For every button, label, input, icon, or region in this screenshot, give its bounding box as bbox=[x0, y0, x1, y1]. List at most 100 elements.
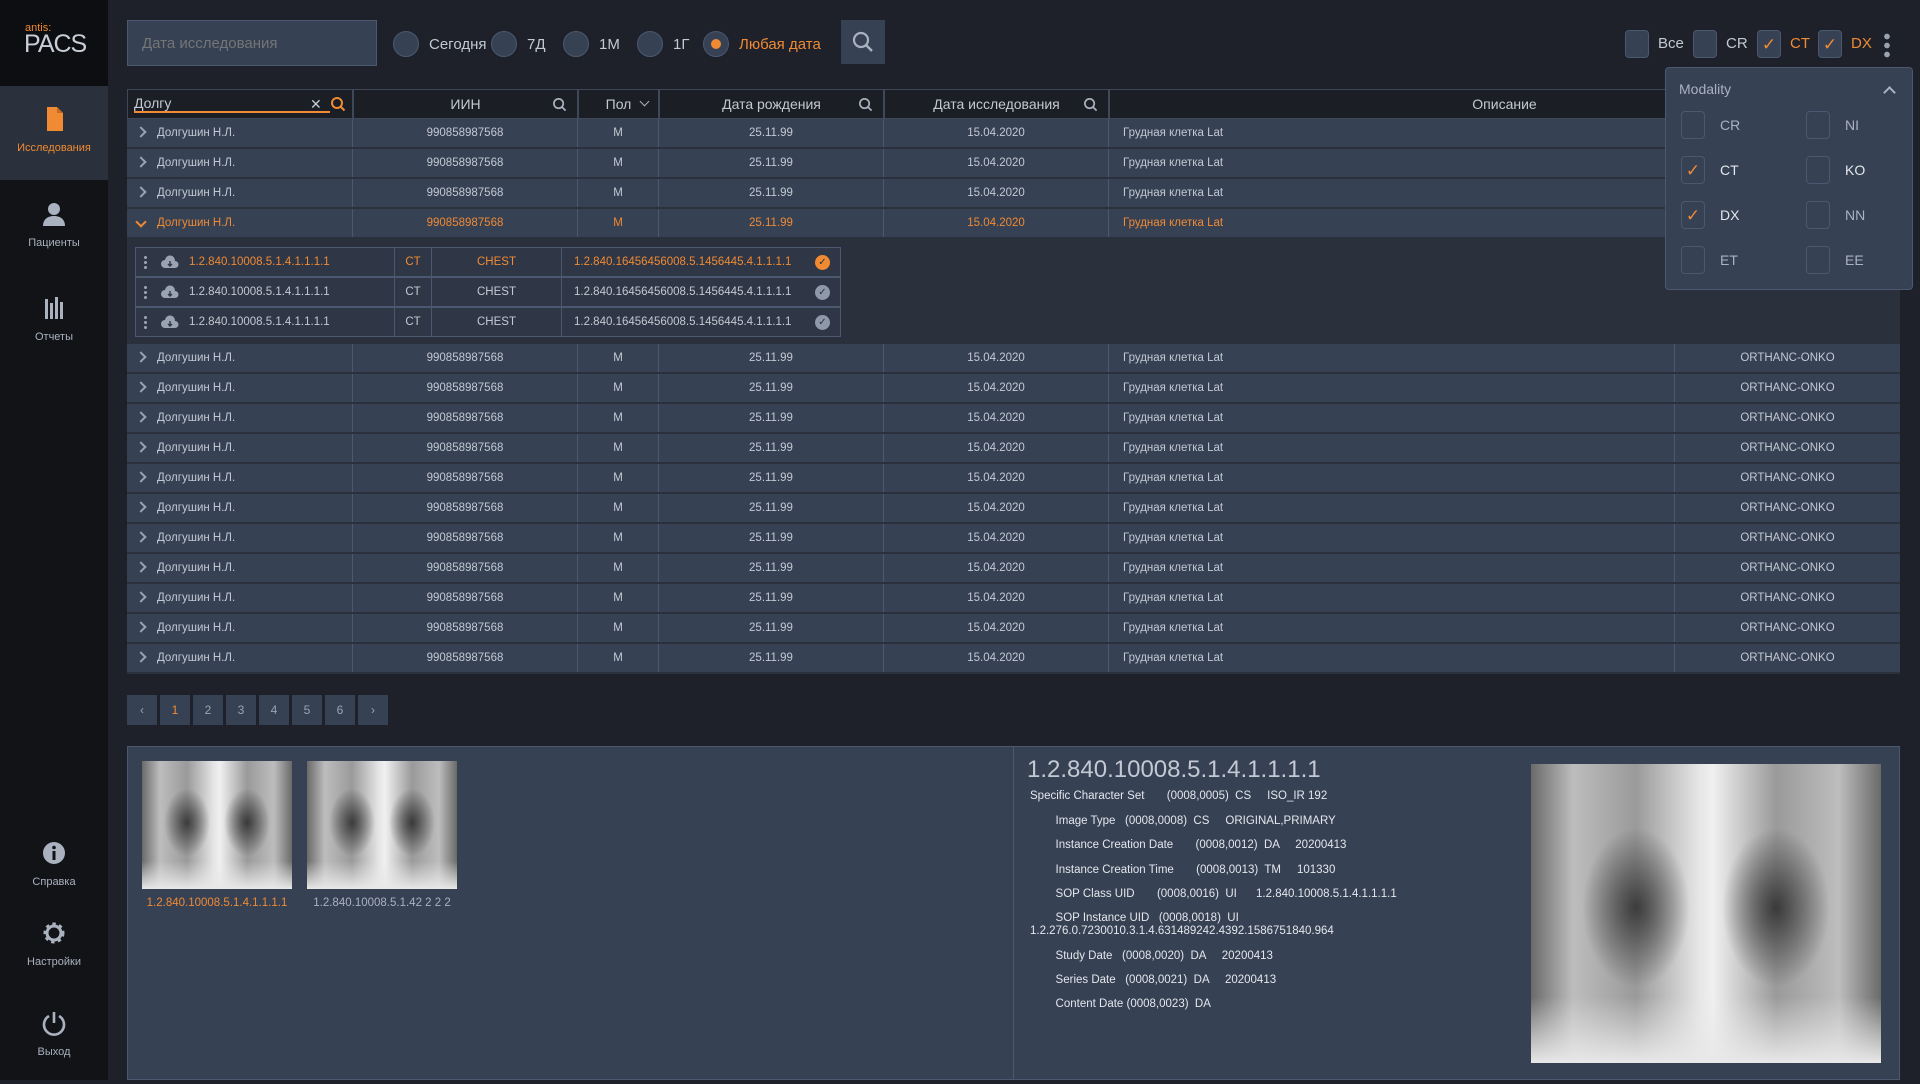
page-button-2[interactable]: 2 bbox=[193, 695, 223, 725]
cell-name: Долгушин Н.Л. bbox=[127, 524, 353, 552]
cloud-download-icon[interactable] bbox=[161, 255, 179, 269]
chevron-down-icon[interactable] bbox=[639, 96, 650, 107]
sidebar-item-1[interactable]: Пациенты bbox=[0, 181, 108, 275]
table-row[interactable]: Долгушин Н.Л. 990858987568 M 25.11.99 15.04.… bbox=[127, 374, 1900, 404]
table-row[interactable]: Долгушин Н.Л. 990858987568 M 25.11.99 15.04.… bbox=[127, 179, 1900, 209]
table-row[interactable]: Долгушин Н.Л. 990858987568 M 25.11.99 15.04.… bbox=[127, 464, 1900, 494]
sidebar-item-5[interactable]: Выход bbox=[0, 990, 108, 1084]
table-row[interactable]: Долгушин Н.Л. 990858987568 M 25.11.99 15.04.… bbox=[127, 119, 1900, 149]
modality-checkbox-все[interactable] bbox=[1625, 30, 1649, 58]
collapse-chevron-icon[interactable] bbox=[1883, 86, 1896, 99]
cell-dob: 25.11.99 bbox=[659, 404, 884, 432]
series-row[interactable]: 1.2.840.10008.5.1.4.1.1.1.1 CT CHEST 1.2.84… bbox=[135, 307, 841, 337]
page-button-5[interactable]: 5 bbox=[292, 695, 322, 725]
search-icon[interactable] bbox=[330, 96, 346, 112]
kebab-menu-icon[interactable] bbox=[144, 314, 147, 329]
column-header[interactable]: Дата рождения bbox=[659, 89, 884, 119]
dropdown-checkbox-ko[interactable] bbox=[1806, 156, 1830, 184]
column-header[interactable]: Пол bbox=[578, 89, 659, 119]
more-menu-icon[interactable] bbox=[1884, 32, 1890, 58]
next-page-button[interactable]: › bbox=[358, 695, 388, 725]
search-icon[interactable] bbox=[552, 97, 567, 112]
series-row[interactable]: 1.2.840.10008.5.1.4.1.1.1.1 CT CHEST 1.2.84… bbox=[135, 277, 841, 307]
table-row[interactable]: Долгушин Н.Л. 990858987568 M 25.11.99 15.04.… bbox=[127, 404, 1900, 434]
kebab-menu-icon[interactable] bbox=[144, 284, 147, 299]
search-button[interactable] bbox=[841, 20, 885, 64]
table-row[interactable]: Долгушин Н.Л. 990858987568 M 25.11.99 15.04.… bbox=[127, 554, 1900, 584]
series-row[interactable]: 1.2.840.10008.5.1.4.1.1.1.1 CT CHEST 1.2.84… bbox=[135, 247, 841, 277]
chevron-right-icon[interactable] bbox=[135, 591, 147, 603]
table-row[interactable]: Долгушин Н.Л. 990858987568 M 25.11.99 15.04.… bbox=[127, 644, 1900, 674]
period-radio-4[interactable]: Любая дата bbox=[703, 31, 821, 57]
table-row[interactable]: Долгушин Н.Л. 990858987568 M 25.11.99 15.04.… bbox=[127, 524, 1900, 554]
kebab-menu-icon[interactable] bbox=[144, 254, 147, 269]
cell-dob: 25.11.99 bbox=[659, 209, 884, 237]
column-header[interactable]: Дата исследования bbox=[884, 89, 1109, 119]
modality-checkbox-ct[interactable]: ✓ bbox=[1757, 30, 1781, 58]
chevron-right-icon[interactable] bbox=[135, 471, 147, 483]
search-icon[interactable] bbox=[1083, 97, 1098, 112]
period-radio-3[interactable]: 1Г bbox=[637, 31, 689, 57]
dropdown-checkbox-nn[interactable] bbox=[1806, 201, 1830, 229]
chevron-right-icon[interactable] bbox=[135, 186, 147, 198]
thumbnail-label[interactable]: 1.2.840.10008.5.1.4.1.1.1.1 bbox=[132, 897, 302, 909]
chevron-right-icon[interactable] bbox=[135, 126, 147, 138]
page-button-1[interactable]: 1 bbox=[160, 695, 190, 725]
chevron-right-icon[interactable] bbox=[135, 381, 147, 393]
sidebar-item-0[interactable]: Исследования bbox=[0, 86, 108, 180]
name-filter-input[interactable] bbox=[134, 95, 330, 113]
cell-server: ORTHANC-ONKO bbox=[1675, 464, 1900, 492]
cell-server: ORTHANC-ONKO bbox=[1675, 434, 1900, 462]
dropdown-option-label: DX bbox=[1720, 207, 1740, 223]
page-button-4[interactable]: 4 bbox=[259, 695, 289, 725]
period-radio-1[interactable]: 7Д bbox=[491, 31, 546, 57]
sidebar-item-4[interactable]: Настройки bbox=[0, 900, 108, 994]
chevron-right-icon[interactable] bbox=[135, 156, 147, 168]
modality-checkbox-dx[interactable]: ✓ bbox=[1818, 30, 1842, 58]
table-row[interactable]: Долгушин Н.Л. 990858987568 M 25.11.99 15.04.… bbox=[127, 344, 1900, 374]
table-row[interactable]: Долгушин Н.Л. 990858987568 M 25.11.99 15.04.… bbox=[127, 434, 1900, 464]
chevron-right-icon[interactable] bbox=[135, 411, 147, 423]
chevron-right-icon[interactable] bbox=[135, 441, 147, 453]
chevron-right-icon[interactable] bbox=[135, 531, 147, 543]
thumbnail-image[interactable] bbox=[307, 761, 457, 889]
thumbnail-image[interactable] bbox=[142, 761, 292, 889]
dropdown-checkbox-ct[interactable]: ✓ bbox=[1681, 156, 1705, 184]
chevron-right-icon[interactable] bbox=[135, 351, 147, 363]
chevron-right-icon[interactable] bbox=[135, 621, 147, 633]
table-row[interactable]: Долгушин Н.Л. 990858987568 M 25.11.99 15.04.… bbox=[127, 614, 1900, 644]
study-date-input[interactable] bbox=[127, 20, 377, 66]
thumbnail-label[interactable]: 1.2.840.10008.5.1.42 2 2 2 bbox=[297, 897, 467, 909]
table-row[interactable]: Долгушин Н.Л. 990858987568 M 25.11.99 15.04.… bbox=[127, 494, 1900, 524]
cell-name: Долгушин Н.Л. bbox=[127, 344, 353, 372]
cell-sex: M bbox=[578, 209, 659, 237]
dropdown-checkbox-ni[interactable] bbox=[1806, 111, 1830, 139]
table-row[interactable]: Долгушин Н.Л. 990858987568 M 25.11.99 15.04.… bbox=[127, 149, 1900, 179]
dropdown-checkbox-ee[interactable] bbox=[1806, 246, 1830, 274]
period-radio-0[interactable]: Сегодня bbox=[393, 31, 487, 57]
dropdown-checkbox-dx[interactable]: ✓ bbox=[1681, 201, 1705, 229]
modality-checkbox-cr[interactable] bbox=[1693, 30, 1717, 58]
table-row[interactable]: Долгушин Н.Л. 990858987568 M 25.11.99 15.04.… bbox=[127, 209, 1900, 239]
table-row[interactable]: Долгушин Н.Л. 990858987568 M 25.11.99 15.04.… bbox=[127, 584, 1900, 614]
dropdown-checkbox-cr[interactable] bbox=[1681, 111, 1705, 139]
chevron-right-icon[interactable] bbox=[135, 651, 147, 663]
search-icon[interactable] bbox=[858, 97, 873, 112]
column-header[interactable]: ИИН bbox=[353, 89, 578, 119]
cloud-download-icon[interactable] bbox=[161, 285, 179, 299]
cell-text: 15.04.2020 bbox=[967, 472, 1025, 484]
period-radio-2[interactable]: 1М bbox=[563, 31, 620, 57]
chevron-right-icon[interactable] bbox=[135, 561, 147, 573]
chevron-down-icon[interactable] bbox=[135, 216, 147, 228]
chevron-right-icon[interactable] bbox=[135, 501, 147, 513]
cell-iin: 990858987568 bbox=[353, 179, 578, 207]
dropdown-checkbox-et[interactable] bbox=[1681, 246, 1705, 274]
power-icon bbox=[42, 1012, 66, 1036]
modality-label: Все bbox=[1658, 35, 1684, 52]
clear-filter-icon[interactable]: ✕ bbox=[310, 96, 322, 113]
prev-page-button[interactable]: ‹ bbox=[127, 695, 157, 725]
page-button-3[interactable]: 3 bbox=[226, 695, 256, 725]
page-button-6[interactable]: 6 bbox=[325, 695, 355, 725]
cloud-download-icon[interactable] bbox=[161, 315, 179, 329]
sidebar-item-2[interactable]: Отчеты bbox=[0, 275, 108, 369]
